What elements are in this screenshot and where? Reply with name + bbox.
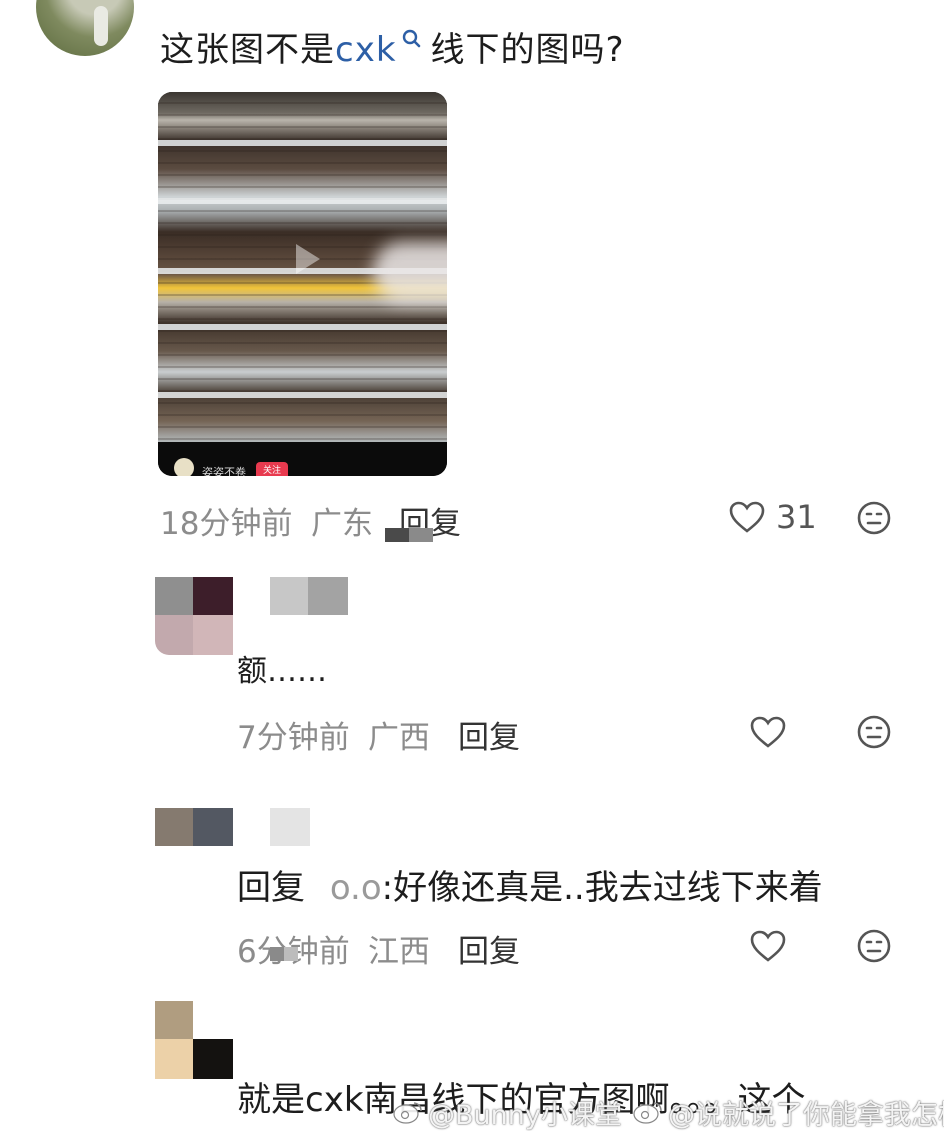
reply-username-redacted bbox=[270, 577, 348, 615]
reply-text: 额…… bbox=[237, 654, 327, 689]
like-heart-icon[interactable] bbox=[749, 929, 787, 963]
comment-location: 广东 bbox=[311, 506, 373, 542]
comment-text-after: 线下的图吗? bbox=[430, 30, 625, 70]
play-icon[interactable] bbox=[280, 234, 330, 284]
comment-text-before: 这张图不是 bbox=[160, 30, 335, 70]
follow-button[interactable]: 关注 bbox=[256, 462, 288, 476]
reply-prefix: 回复 bbox=[237, 868, 305, 908]
weibo-logo-icon bbox=[633, 1102, 662, 1124]
reply-avatar[interactable] bbox=[155, 808, 233, 846]
watermark-band: @Bunny小课堂 @说就说了你能拿我怎样 bbox=[392, 1093, 944, 1131]
like-heart-icon[interactable] bbox=[749, 715, 787, 749]
blurred-overlay bbox=[373, 242, 447, 302]
watermark-right: @说就说了你能拿我怎样 bbox=[668, 1100, 944, 1131]
keyword-link[interactable]: cxk bbox=[335, 30, 397, 70]
reply-location: 广西 bbox=[368, 720, 430, 756]
reply-button[interactable]: 回复 bbox=[458, 712, 520, 757]
redaction-mosaic bbox=[270, 947, 298, 961]
dislike-face-icon[interactable] bbox=[856, 500, 892, 536]
reply-time: 7分钟前 bbox=[237, 720, 350, 756]
reply-avatar[interactable] bbox=[155, 1001, 233, 1079]
reply-button[interactable]: 回复 bbox=[458, 926, 520, 971]
reply-to-user[interactable]: o.o bbox=[330, 868, 382, 908]
weibo-logo-icon bbox=[393, 1102, 422, 1124]
reply-username-redacted bbox=[270, 808, 310, 846]
commenter-avatar[interactable] bbox=[36, 0, 134, 56]
comment-time: 18分钟前 bbox=[160, 506, 293, 542]
dislike-face-icon[interactable] bbox=[856, 714, 892, 750]
like-count: 31 bbox=[776, 498, 817, 536]
search-icon[interactable] bbox=[399, 27, 425, 53]
reply-text: 回复 o.o:好像还真是..我去过线下来着 bbox=[237, 860, 823, 909]
video-author-name: 姿姿不卷 bbox=[202, 466, 246, 476]
watermark-left: @Bunny小课堂 bbox=[428, 1100, 622, 1131]
reply-body: :好像还真是..我去过线下来着 bbox=[381, 868, 823, 908]
like-heart-icon[interactable] bbox=[728, 500, 766, 534]
comment-text: 这张图不是cxk 线下的图吗? bbox=[160, 22, 625, 71]
dislike-face-icon[interactable] bbox=[856, 928, 892, 964]
video-author-avatar bbox=[174, 458, 194, 476]
reply-avatar[interactable] bbox=[155, 577, 233, 655]
video-thumbnail[interactable]: 姿姿不卷 关注 bbox=[158, 92, 447, 476]
redaction-mosaic bbox=[385, 528, 433, 542]
reply-location: 江西 bbox=[368, 934, 430, 970]
